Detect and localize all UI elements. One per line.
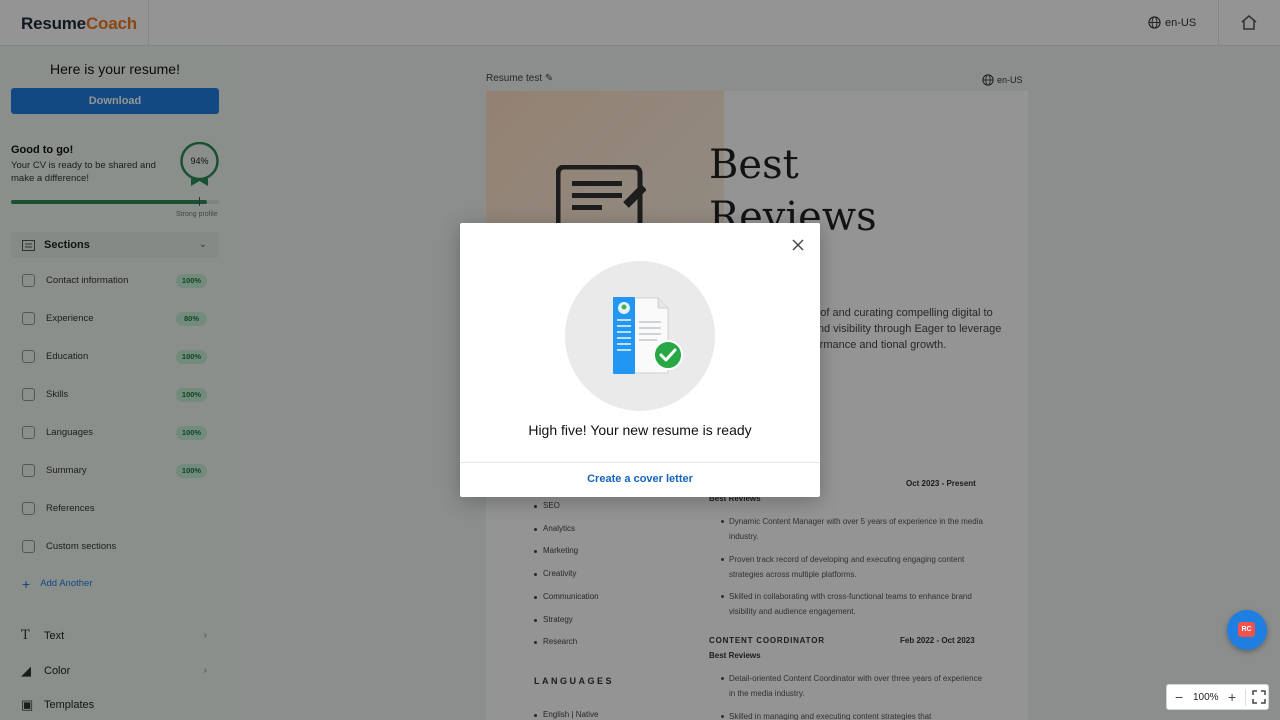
chat-fab-button[interactable]: RC — [1227, 610, 1267, 650]
divider — [460, 462, 820, 463]
close-icon[interactable] — [791, 238, 805, 252]
zoom-out-button[interactable]: − — [1175, 689, 1183, 705]
divider — [1245, 689, 1246, 706]
zoom-control: − 100% + — [1166, 684, 1269, 710]
dialog-title: High five! Your new resume is ready — [528, 422, 752, 438]
illustration-circle — [565, 261, 715, 411]
chat-logo-icon: RC — [1238, 622, 1255, 637]
create-cover-letter-link[interactable]: Create a cover letter — [460, 473, 820, 485]
resume-ready-dialog: High five! Your new resume is ready Crea… — [460, 223, 820, 497]
fullscreen-icon[interactable] — [1252, 690, 1266, 704]
zoom-value: 100% — [1193, 692, 1219, 703]
resume-ready-icon — [613, 297, 683, 374]
zoom-in-button[interactable]: + — [1228, 689, 1236, 705]
